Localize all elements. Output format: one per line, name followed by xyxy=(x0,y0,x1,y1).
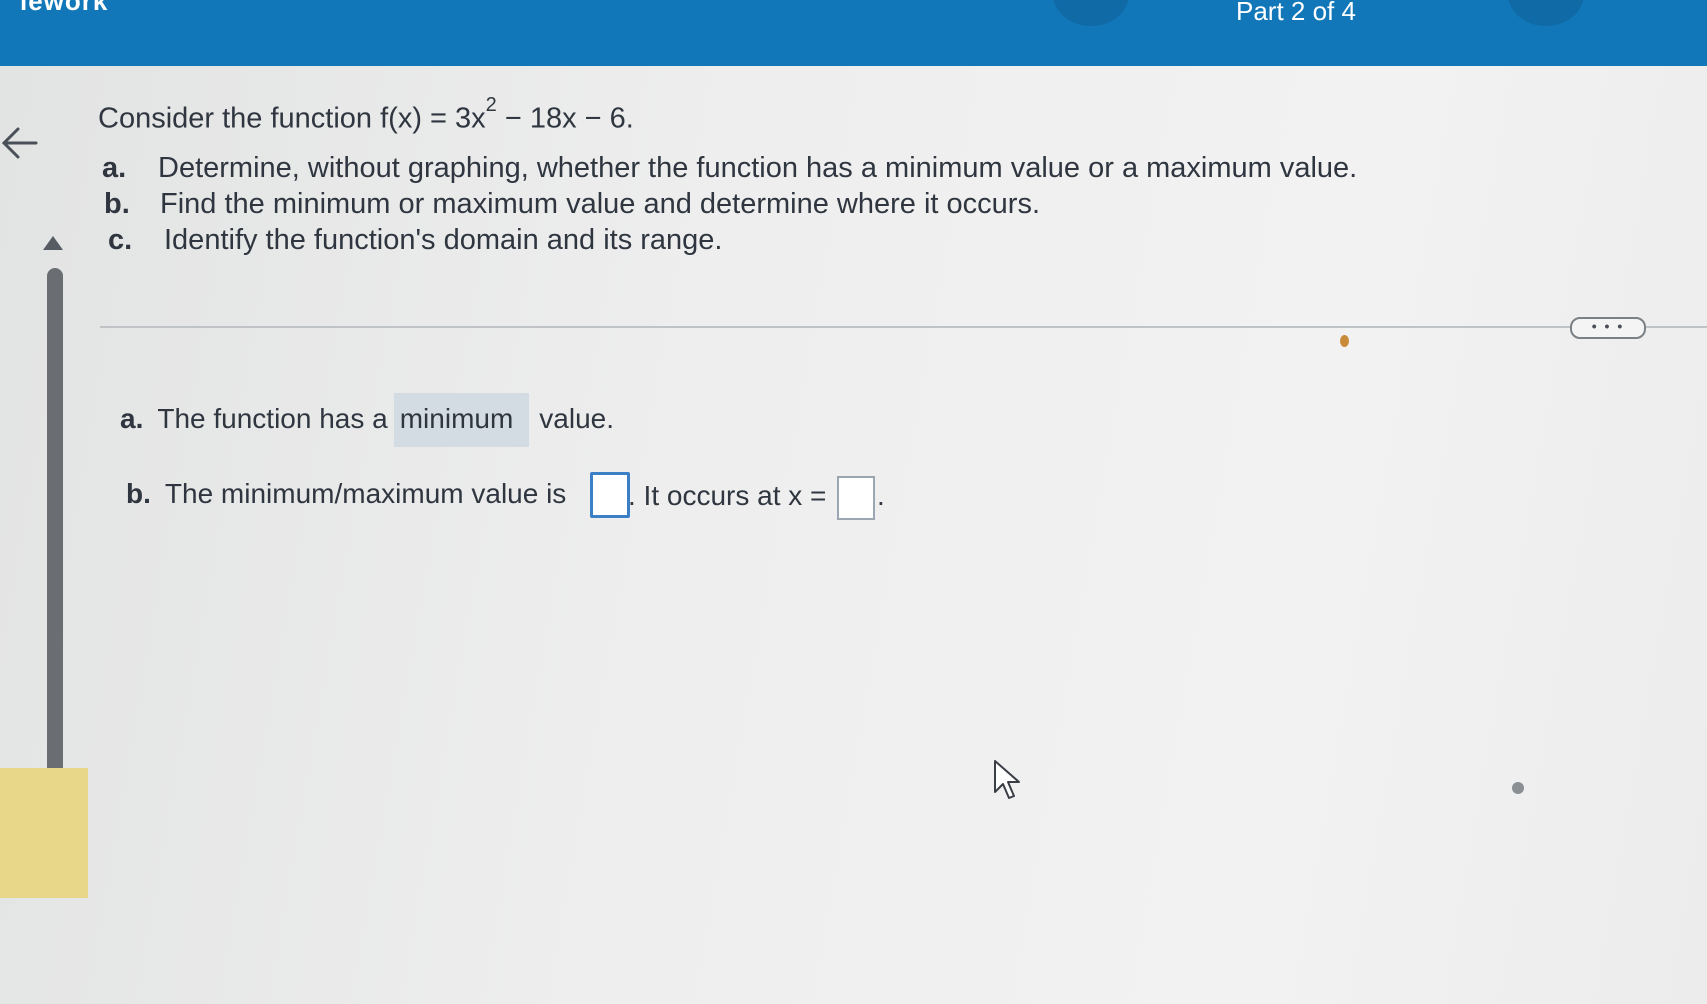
question-item-a: a. Determine, without graphing, whether t… xyxy=(102,152,1357,185)
exponent: 2 xyxy=(485,94,497,116)
item-letter: b. xyxy=(104,188,130,220)
scrollbar-thumb[interactable] xyxy=(47,268,63,843)
item-letter: a. xyxy=(102,152,127,184)
answer-b-end: . xyxy=(877,480,885,511)
item-text: Find the minimum or maximum value and de… xyxy=(160,188,1040,220)
question-intro: Consider the function f(x) = 3x xyxy=(98,102,486,135)
app-title: lework xyxy=(20,0,109,16)
part-indicator: Part 2 of 4 xyxy=(1236,0,1356,26)
item-letter: c. xyxy=(108,224,133,256)
answer-suffix: value. xyxy=(539,403,615,434)
answer-prefix: The minimum/maximum value is xyxy=(164,478,567,509)
back-arrow-icon[interactable] xyxy=(0,118,40,168)
mouse-pointer-icon xyxy=(994,760,1020,799)
more-options-button[interactable]: • • • xyxy=(1570,317,1646,339)
question-rest: − 18x − 6. xyxy=(496,102,634,135)
side-tab xyxy=(0,768,88,898)
top-banner: lework Part 2 of 4 xyxy=(0,0,1707,66)
answer-b-middle: . It occurs at x = xyxy=(628,480,827,511)
scroll-up-arrow-icon[interactable] xyxy=(43,236,63,250)
previous-part-button[interactable] xyxy=(1053,0,1129,26)
selected-answer-dropdown[interactable]: minimum xyxy=(393,393,530,447)
section-divider xyxy=(100,326,1707,328)
question-stem: Consider the function f(x) = 3x2 − 18x −… xyxy=(98,94,634,136)
decorative-dot xyxy=(1340,335,1349,347)
answer-letter: a. xyxy=(120,403,144,434)
question-item-b: b. Find the minimum or maximum value and … xyxy=(104,188,1040,221)
answer-a: a. The function has a minimum value. xyxy=(120,393,614,447)
item-text: Determine, without graphing, whether the… xyxy=(158,152,1358,184)
x-value-input[interactable] xyxy=(837,476,875,520)
min-max-value-input[interactable] xyxy=(590,472,630,518)
answer-b: b. The minimum/maximum value is xyxy=(126,478,566,510)
question-item-c: c. Identify the function's domain and its… xyxy=(108,224,723,257)
next-part-button[interactable] xyxy=(1508,0,1584,26)
answer-letter: b. xyxy=(126,478,151,509)
answer-prefix: The function has a xyxy=(157,403,388,434)
decorative-dot xyxy=(1512,782,1524,794)
item-text: Identify the function's domain and its r… xyxy=(164,224,723,256)
